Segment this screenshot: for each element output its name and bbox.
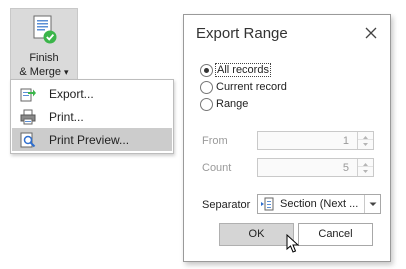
cancel-button[interactable]: Cancel [298,223,373,246]
menu-item-label: Print... [49,110,84,124]
menu-item-label: Export... [49,87,94,101]
print-preview-icon [20,132,36,148]
finish-merge-menu: Export... Print... Print Preview... [10,79,174,154]
export-icon [20,86,36,102]
mouse-pointer-icon [286,233,300,254]
radio-range[interactable]: Range [200,98,360,112]
from-label: From [202,135,228,147]
ok-button[interactable]: OK [219,223,294,246]
dialog-title: Export Range [196,25,288,42]
chevron-down-icon: ▾ [64,67,69,77]
menu-item-label: Print Preview... [49,133,130,147]
count-spin-editor[interactable]: 5 [257,158,374,177]
from-value: 1 [342,135,349,147]
finish-merge-label-line2: & Merge ▾ [11,66,77,78]
section-break-icon [261,197,275,211]
radio-all-records[interactable]: All records [200,63,360,78]
from-spin-editor[interactable]: 1 [257,131,374,150]
separator-value: Section (Next ... [280,198,359,210]
chevron-down-icon[interactable] [364,195,380,213]
export-range-dialog: Export Range All records Current record … [183,14,391,262]
spin-up-icon[interactable] [358,159,373,167]
radio-label: All records [215,63,271,77]
radio-label: Current record [216,81,287,93]
finish-merge-icon [32,15,58,45]
radio-button [200,64,213,77]
spin-down-icon[interactable] [358,140,373,148]
close-icon[interactable] [364,26,378,40]
separator-label: Separator [202,199,251,211]
spin-buttons[interactable] [357,159,373,176]
radio-label: Range [216,98,249,110]
menu-item-print[interactable]: Print... [12,105,172,128]
menu-item-print-preview[interactable]: Print Preview... [12,128,172,151]
radio-current-record[interactable]: Current record [200,81,360,95]
spin-down-icon[interactable] [358,167,373,175]
count-value: 5 [342,162,349,174]
menu-item-export[interactable]: Export... [12,82,172,105]
count-label: Count [202,162,232,174]
spin-up-icon[interactable] [358,132,373,140]
spin-buttons[interactable] [357,132,373,149]
separator-combo[interactable]: Section (Next ... [257,194,381,214]
finish-merge-button[interactable]: Finish & Merge ▾ [10,8,78,81]
finish-merge-label-text: & Merge [19,66,61,78]
radio-button [200,98,213,111]
finish-merge-label-line1: Finish [29,52,59,64]
radio-button [200,81,213,94]
printer-icon [20,109,36,125]
